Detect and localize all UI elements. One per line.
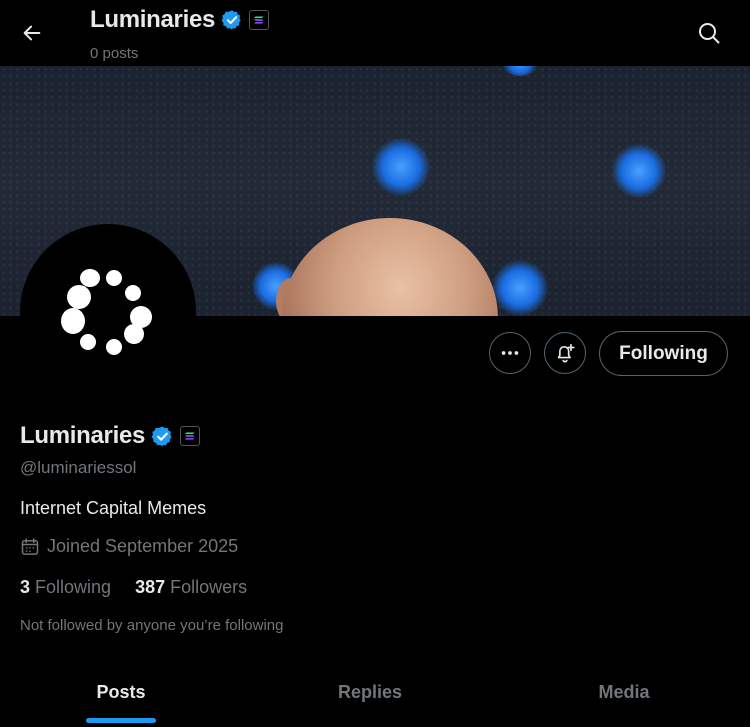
verified-badge-icon[interactable] <box>151 425 174 448</box>
notifications-button[interactable] <box>544 332 586 374</box>
banner-light <box>612 144 666 198</box>
not-followed-note: Not followed by anyone you’re following <box>20 617 284 634</box>
following-label: Following <box>35 577 112 597</box>
back-button[interactable] <box>12 13 52 53</box>
followers-count: 387 <box>135 577 166 597</box>
profile-name: Luminaries <box>20 422 146 449</box>
solana-badge-icon[interactable] <box>249 10 270 30</box>
profile-name-row: Luminaries <box>20 422 201 450</box>
post-count: 0 posts <box>90 45 139 62</box>
header-title: Luminaries <box>90 6 216 33</box>
joined-text: Joined September 2025 <box>47 536 239 556</box>
tab-media[interactable]: Media <box>498 662 750 727</box>
followers-count-link[interactable]: 387 Followers <box>135 577 247 598</box>
follow-counts: 3 Following 387 Followers <box>20 577 247 598</box>
avatar[interactable] <box>20 224 196 400</box>
calendar-icon <box>21 537 39 555</box>
banner-light <box>372 138 430 196</box>
bell-plus-icon <box>557 343 575 363</box>
following-button[interactable]: Following <box>599 331 728 376</box>
luminaries-logo-icon <box>61 269 152 355</box>
arrow-left-icon <box>23 25 41 41</box>
profile-handle: @luminariessol <box>20 458 137 477</box>
followers-label: Followers <box>170 577 248 597</box>
tab-replies[interactable]: Replies <box>242 662 498 727</box>
header-name-row: Luminaries <box>90 6 270 34</box>
banner-light <box>492 260 548 316</box>
more-button[interactable] <box>489 332 531 374</box>
following-count-link[interactable]: 3 Following <box>20 577 111 598</box>
search-button[interactable] <box>692 16 726 50</box>
solana-badge-icon[interactable] <box>180 426 201 446</box>
top-bar: Luminaries 0 posts <box>0 0 750 66</box>
following-count: 3 <box>20 577 31 597</box>
joined-date: Joined September 2025 <box>20 536 238 557</box>
active-tab-indicator <box>86 718 156 723</box>
profile-bio: Internet Capital Memes <box>20 498 207 518</box>
verified-badge-icon <box>221 10 241 30</box>
more-icon <box>501 351 519 355</box>
search-icon <box>699 23 720 44</box>
